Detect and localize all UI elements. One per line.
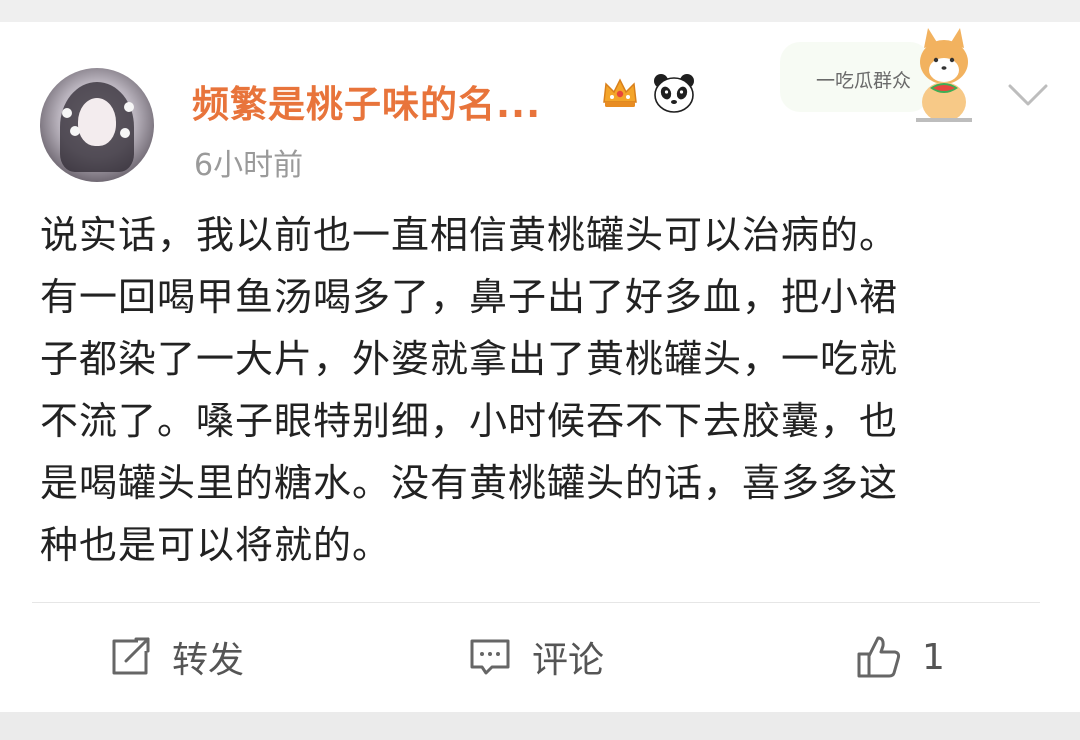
avatar-face: [78, 98, 116, 146]
avatar-flower: [62, 108, 72, 118]
like-count: 1: [922, 636, 945, 678]
sticker-text: 一吃瓜群众: [816, 70, 912, 92]
thumbs-up-icon: [857, 636, 901, 678]
avatar[interactable]: [40, 68, 154, 182]
repost-button[interactable]: 转发: [108, 632, 244, 682]
post-body-line: 有一回喝甲鱼汤喝多了，鼻子出了好多血，把小裙: [40, 275, 899, 319]
username[interactable]: 频繁是桃子味的名...: [192, 74, 541, 128]
comment-label: 评论: [532, 640, 605, 681]
comment-button[interactable]: 评论: [468, 632, 604, 682]
timestamp: 6小时前: [194, 148, 304, 183]
post-body-line: 说实话，我以前也一直相信黄桃罐头可以治病的。: [40, 213, 899, 257]
post-body-line: 子都染了一大片，外婆就拿出了黄桃罐头，一吃就: [40, 337, 899, 381]
comment-icon: [470, 639, 510, 675]
repost-icon: [112, 637, 150, 675]
avatar-flower: [70, 126, 80, 136]
avatar-flower: [124, 102, 134, 112]
bottom-band: [0, 712, 1080, 740]
crown-icon: [603, 78, 637, 107]
panda-icon: [654, 74, 694, 113]
chevron-down-icon[interactable]: [1004, 76, 1052, 116]
post-body-line: 不流了。嗓子眼特别细，小时候吞不下去胶囊，也: [40, 399, 899, 443]
repost-label: 转发: [172, 640, 245, 681]
post-card: 频繁是桃子味的名... 6小时前 一吃瓜群众 说实话，我以前也一直相信黄桃罐头可…: [0, 22, 1080, 712]
like-button[interactable]: 1: [856, 632, 945, 682]
post-body: 说实话，我以前也一直相信黄桃罐头可以治病的。 有一回喝甲鱼汤喝多了，鼻子出了好多…: [40, 204, 1040, 576]
post-body-line: 是喝罐头里的糖水。没有黄桃罐头的话，喜多多这: [40, 461, 899, 505]
divider: [32, 602, 1040, 603]
avatar-flower: [120, 128, 130, 138]
post-body-line: 种也是可以将就的。: [40, 523, 392, 567]
